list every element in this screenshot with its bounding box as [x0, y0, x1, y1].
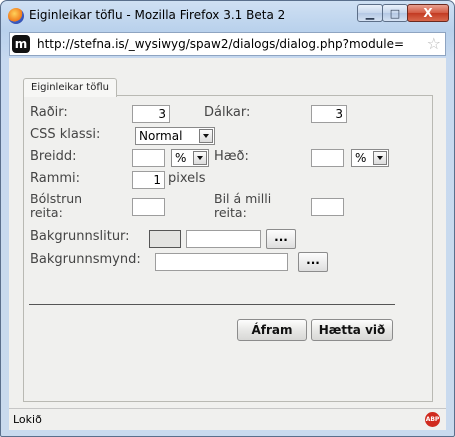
border-input[interactable]: 1 — [132, 171, 165, 189]
bgcolor-picker-button[interactable]: ... — [266, 229, 296, 249]
chevron-down-icon[interactable] — [193, 151, 207, 165]
chevron-down-icon[interactable] — [199, 129, 213, 143]
width-input[interactable] — [132, 149, 165, 167]
bgimage-label: Bakgrunnsmynd: — [30, 252, 141, 267]
cell-padding-input[interactable] — [132, 198, 165, 216]
bookmark-star-icon[interactable]: ☆ — [427, 35, 441, 53]
dialog-content: Eiginleikar töflu Raðir: 3 Dálkar: 3 CSS… — [9, 58, 446, 408]
cell-spacing-input[interactable] — [311, 198, 344, 216]
cell-spacing-label-line2: reita: — [214, 205, 247, 220]
bgimage-browse-button[interactable]: ... — [298, 252, 328, 272]
bgcolor-label: Bakgrunnslitur: — [30, 229, 130, 244]
width-unit-select[interactable]: % — [171, 149, 209, 167]
height-unit-select[interactable]: % — [351, 149, 389, 167]
title-bar[interactable]: Eiginleikar töflu - Mozilla Firefox 3.1 … — [1, 1, 454, 31]
url-text[interactable]: http://stefna.is/_wysiwyg/spaw2/dialogs/… — [37, 37, 417, 51]
chevron-down-icon[interactable] — [373, 151, 387, 165]
css-class-select[interactable]: Normal — [135, 127, 215, 145]
divider — [29, 304, 395, 305]
cancel-button[interactable]: Hætta við — [311, 319, 393, 341]
cell-padding-label-line1: Bólstrun — [30, 191, 83, 206]
css-class-label: CSS klassi: — [30, 127, 101, 142]
bgimage-input[interactable] — [155, 253, 288, 271]
border-label: Rammi: — [30, 171, 81, 186]
status-bar: Lokið ABP — [9, 408, 446, 430]
site-favicon-icon: m — [12, 35, 30, 53]
ok-button[interactable]: Áfram — [237, 319, 307, 341]
tab-table-properties[interactable]: Eiginleikar töflu — [23, 78, 117, 97]
cell-padding-label-line2: reita: — [30, 205, 63, 220]
adblock-plus-icon[interactable]: ABP — [425, 412, 440, 427]
width-unit-value: % — [175, 151, 187, 165]
window-title: Eiginleikar töflu - Mozilla Firefox 3.1 … — [29, 8, 286, 22]
minimize-button[interactable]: ▁ — [357, 4, 383, 22]
height-label: Hæð: — [214, 149, 249, 164]
height-unit-value: % — [355, 151, 367, 165]
cell-spacing-label-line1: Bil á milli — [214, 191, 272, 206]
maximize-button[interactable]: □ — [382, 4, 408, 22]
properties-panel: Raðir: 3 Dálkar: 3 CSS klassi: Normal Br… — [23, 95, 433, 402]
css-class-value: Normal — [139, 129, 183, 143]
cols-input[interactable]: 3 — [311, 105, 347, 123]
height-input[interactable] — [311, 149, 344, 167]
close-button[interactable]: X — [407, 4, 449, 22]
rows-input[interactable]: 3 — [132, 105, 170, 123]
rows-label: Raðir: — [30, 105, 68, 120]
browser-window: Eiginleikar töflu - Mozilla Firefox 3.1 … — [0, 0, 455, 437]
status-text: Lokið — [13, 413, 42, 426]
firefox-icon — [8, 8, 24, 24]
url-bar[interactable]: m http://stefna.is/_wysiwyg/spaw2/dialog… — [9, 32, 446, 56]
width-label: Breidd: — [30, 149, 77, 164]
cols-label: Dálkar: — [204, 105, 251, 120]
bgcolor-swatch[interactable] — [149, 230, 181, 248]
border-unit-label: pixels — [168, 171, 206, 186]
bgcolor-input[interactable] — [186, 230, 261, 248]
